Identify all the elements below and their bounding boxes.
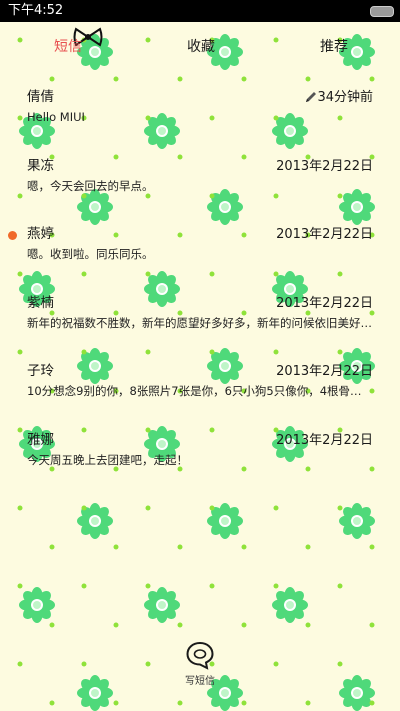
dot-shape — [81, 583, 87, 589]
dot-shape — [241, 700, 247, 706]
dot-shape — [145, 583, 151, 589]
dot-shape — [241, 544, 247, 550]
message-time: 2013年2月22日 — [276, 158, 373, 174]
status-bar: 下午4:52 — [0, 0, 400, 22]
flower-shape — [339, 675, 375, 711]
status-time: 下午4:52 — [8, 3, 64, 18]
dot-shape — [17, 583, 23, 589]
conversation-list: 倩倩 34分钟前 Hello MIUI 果冻 2013年2月22日 嗯，今天会回… — [0, 80, 400, 491]
dot-shape — [337, 505, 343, 511]
flower-shape — [144, 587, 180, 623]
message-time: 34分钟前 — [317, 90, 373, 105]
dot-shape — [369, 622, 375, 628]
dot-shape — [177, 544, 183, 550]
dot-shape — [241, 622, 247, 628]
dot-shape — [305, 700, 311, 706]
contact-name: 果冻 — [27, 157, 54, 174]
dot-shape — [145, 505, 151, 511]
message-time: 2013年2月22日 — [276, 227, 373, 242]
dot-shape — [177, 622, 183, 628]
contact-name: 雅娜 — [27, 431, 54, 448]
flower-shape — [272, 587, 308, 623]
dot-shape — [113, 700, 119, 706]
message-time: 2013年2月22日 — [276, 432, 373, 448]
contact-name: 倩倩 — [27, 89, 54, 105]
dot-shape — [273, 661, 279, 667]
dot-shape — [209, 583, 215, 589]
dot-shape — [305, 544, 311, 550]
dot-shape — [177, 700, 183, 706]
tab-favorites[interactable]: 收藏 — [187, 38, 215, 56]
contact-name: 紫楠 — [27, 294, 54, 311]
tab-messages[interactable]: 短信 — [54, 38, 82, 56]
dot-shape — [17, 661, 23, 667]
flower-shape — [77, 675, 113, 711]
unread-dot — [8, 231, 17, 240]
dot-shape — [337, 661, 343, 667]
dot-shape — [49, 622, 55, 628]
flower-shape — [339, 503, 375, 539]
pencil-icon — [306, 92, 316, 102]
dot-shape — [273, 505, 279, 511]
dot-shape — [17, 505, 23, 511]
compose-label: 写短信 — [185, 676, 215, 687]
conversation-row[interactable]: 紫楠 2013年2月22日 新年的祝福数不胜数，新年的愿望好多好多，新年的问候依… — [0, 286, 400, 355]
message-preview: 嗯。收到啦。同乐同乐。 — [27, 247, 154, 261]
tab-recommend[interactable]: 推荐 — [320, 38, 348, 56]
dot-shape — [145, 661, 151, 667]
message-preview: Hello MIUI — [27, 110, 85, 124]
dot-shape — [305, 622, 311, 628]
dot-shape — [113, 544, 119, 550]
dot-shape — [81, 505, 87, 511]
conversation-row[interactable]: 子玲 2013年2月22日 10分想念9别的你，8张照片7张是你，6只小狗5只像… — [0, 354, 400, 423]
message-preview: 新年的祝福数不胜数，新年的愿望好多好多，新年的问候依旧美好，新年的快乐继续分享 — [27, 315, 372, 330]
dot-shape — [49, 700, 55, 706]
tab-bar: 短信 收藏 推荐 — [0, 22, 400, 72]
flower-shape — [19, 587, 56, 623]
dot-shape — [337, 583, 343, 589]
dot-shape — [209, 505, 215, 511]
conversation-row[interactable]: 倩倩 34分钟前 Hello MIUI — [0, 80, 400, 149]
battery-icon — [370, 6, 394, 17]
speech-bubble-icon — [186, 641, 214, 670]
message-preview: 10分想念9别的你，8张照片7张是你，6只小狗5只像你，4根骨头3根给你，2个人… — [27, 384, 372, 398]
dot-shape — [49, 544, 55, 550]
dot-shape — [369, 544, 375, 550]
compose-message-button[interactable]: 写短信 — [170, 640, 230, 692]
message-time: 2013年2月22日 — [276, 295, 373, 311]
conversation-row[interactable]: 果冻 2013年2月22日 嗯，今天会回去的早点。 — [0, 149, 400, 218]
conversation-row[interactable]: 雅娜 2013年2月22日 今天周五晚上去团建吧，走起！ — [0, 423, 400, 492]
contact-name: 燕婷 — [27, 226, 54, 242]
dot-shape — [273, 583, 279, 589]
conversation-row[interactable]: 燕婷 2013年2月22日 嗯。收到啦。同乐同乐。 — [0, 217, 400, 286]
dot-shape — [113, 622, 119, 628]
message-preview: 嗯，今天会回去的早点。 — [27, 178, 154, 193]
message-time: 2013年2月22日 — [276, 364, 373, 379]
dot-shape — [81, 661, 87, 667]
dot-shape — [369, 700, 375, 706]
contact-name: 子玲 — [27, 363, 54, 379]
message-preview: 今天周五晚上去团建吧，走起！ — [27, 452, 188, 467]
